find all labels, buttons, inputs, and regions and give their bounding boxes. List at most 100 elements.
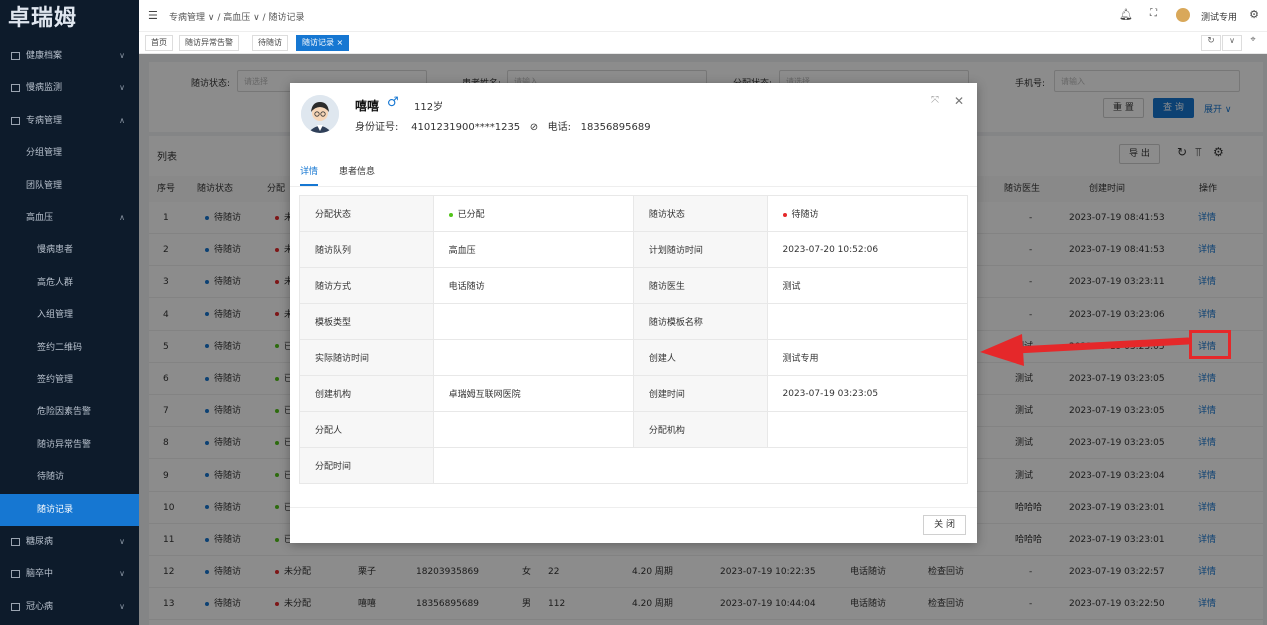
status-dot xyxy=(782,212,787,217)
refresh-icon[interactable]: ↻ xyxy=(1201,35,1221,51)
fullscreen-icon[interactable]: ⛶ xyxy=(1150,8,1157,19)
tab-label: 随访记录 xyxy=(302,38,334,47)
sidebar-item-label: 签约管理 xyxy=(37,375,74,385)
id-label: 身份证号: xyxy=(355,122,399,133)
sidebar-item-label: 高血压 xyxy=(26,213,54,223)
sidebar-item[interactable]: 高血压 ∧ xyxy=(0,202,139,234)
sidebar-item-label: 待随访 xyxy=(37,472,65,483)
field-label: 随访队列 xyxy=(299,231,434,268)
chevron-icon: ∨ xyxy=(119,601,125,611)
detail-modal: 嘻嘻 ♂ 112岁 身份证号: 4101231900****1235 ⊘ 电话:… xyxy=(290,83,977,543)
sidebar-item-label: 高危人群 xyxy=(37,277,74,288)
sidebar-item-label: 签约二维码 xyxy=(37,342,83,353)
detail-row: 实际随访时间 创建人 测试专用 xyxy=(299,339,968,376)
sidebar-item-label: 脑卒中 xyxy=(26,569,54,580)
sidebar-item[interactable]: 冠心病 ∨ xyxy=(0,591,139,623)
chevron-icon: ∨ xyxy=(119,537,125,546)
sidebar-item[interactable]: 糖尿病 ∨ xyxy=(0,526,139,558)
sidebar-item[interactable]: 脑卒中 ∨ xyxy=(0,558,139,590)
field-label: 随访医生 xyxy=(632,267,768,304)
sidebar-item[interactable]: 健康档案 ∨ xyxy=(0,40,139,72)
fullscreen-icon[interactable]: ⤧ xyxy=(931,95,939,106)
field-value: 电话随访 xyxy=(432,267,634,304)
sidebar-item[interactable]: 团队管理 xyxy=(0,170,139,202)
tab-home[interactable]: 首页 xyxy=(145,35,173,51)
sidebar-item-label: 健康档案 xyxy=(26,51,63,61)
tab-visit-alert[interactable]: 随访异常告警 xyxy=(179,35,239,51)
pin-icon[interactable]: ⌖ xyxy=(1243,35,1263,51)
field-label: 分配时间 xyxy=(299,447,434,484)
tab-detail[interactable]: 详情 xyxy=(300,164,318,177)
menu-icon xyxy=(11,84,20,93)
patient-avatar xyxy=(301,95,339,133)
sidebar-item-label: 冠心病 xyxy=(26,601,54,612)
sidebar-item[interactable]: 慢病患者 xyxy=(0,234,139,266)
avatar[interactable] xyxy=(1176,8,1190,22)
patient-name: 嘻嘻 xyxy=(355,99,380,113)
sidebar-item[interactable]: 入组管理 xyxy=(0,299,139,331)
sidebar-item-label: 慢病监测 xyxy=(26,83,63,94)
bell-icon[interactable]: 🔔︎ xyxy=(1119,8,1133,21)
field-value: 高血压 xyxy=(432,231,634,268)
patient-id-row: 身份证号: 4101231900****1235 ⊘ 电话: 183568956… xyxy=(355,118,651,133)
modal-footer-divider xyxy=(290,507,977,508)
sidebar-item[interactable]: 高危人群 xyxy=(0,267,139,299)
app-logo: 卓瑞姆 xyxy=(8,6,78,31)
sidebar-item[interactable]: 随访记录 xyxy=(0,493,139,526)
field-label: 分配机构 xyxy=(632,411,768,448)
detail-row: 创建机构 卓瑞姆互联网医院 创建时间 2023-07-19 03:23:05 xyxy=(299,375,968,412)
top-bar: ☰ 专病管理 ∨ / 高血压 ∨ / 随访记录 🔔︎ ⛶ 测试专用 ⚙ xyxy=(139,0,1267,32)
field-label: 计划随访时间 xyxy=(632,231,768,268)
sidebar-item-label: 团队管理 xyxy=(26,180,63,191)
tab-patient-info[interactable]: 患者信息 xyxy=(339,164,375,177)
detail-row: 分配状态 已分配 随访状态 待随访 xyxy=(299,195,968,232)
field-value xyxy=(432,303,634,340)
tab-visit-records[interactable]: 随访记录 × xyxy=(296,35,350,51)
sidebar-item-label: 糖尿病 xyxy=(26,537,54,547)
sidebar-item[interactable]: 签约二维码 xyxy=(0,332,139,364)
field-value xyxy=(766,303,968,340)
field-value xyxy=(432,411,634,448)
sidebar-item[interactable]: 签约管理 xyxy=(0,364,139,396)
patient-age: 112岁 xyxy=(414,102,444,113)
tab-pending-visit[interactable]: 待随访 xyxy=(252,35,288,51)
sidebar-item[interactable]: 慢病监测 ∨ xyxy=(0,72,139,104)
field-label: 随访方式 xyxy=(299,267,434,304)
field-label: 分配人 xyxy=(299,411,434,448)
gear-icon[interactable]: ⚙ xyxy=(1249,8,1259,21)
detail-table: 分配状态 已分配 随访状态 待随访 随访队列 高血压 计划随访时间 2023-07-20 10… xyxy=(299,195,969,484)
phone-label: 电话: xyxy=(547,122,572,133)
breadcrumb-item[interactable]: 专病管理 xyxy=(169,13,205,23)
chevron-down-icon[interactable]: ∨ xyxy=(1222,35,1242,51)
detail-row: 分配人 分配机构 xyxy=(299,411,968,448)
sidebar-item[interactable]: 分组管理 xyxy=(0,137,139,169)
field-label: 实际随访时间 xyxy=(299,339,434,376)
status-text: 待随访 xyxy=(791,210,819,220)
eye-hide-icon[interactable]: ⊘ xyxy=(530,122,538,133)
field-value: 测试专用 xyxy=(766,339,968,376)
sidebar-item-label: 慢病患者 xyxy=(37,245,74,256)
sidebar-item[interactable]: 危险因素告警 xyxy=(0,396,139,428)
breadcrumb-item[interactable]: 高血压 xyxy=(223,13,250,23)
menu-icon xyxy=(11,52,20,60)
field-value xyxy=(432,339,634,376)
close-icon[interactable]: ✕ xyxy=(954,94,964,108)
user-name[interactable]: 测试专用 xyxy=(1201,10,1237,23)
field-value: 2023-07-19 03:23:05 xyxy=(766,375,968,412)
tabs-bar: 首页 随访异常告警 待随访 随访记录 × ↻ ∨ ⌖ xyxy=(139,32,1267,54)
field-value: 测试 xyxy=(766,267,968,304)
menu-icon xyxy=(11,538,20,546)
detail-row: 分配时间 xyxy=(299,447,969,484)
chevron-icon: ∧ xyxy=(119,115,125,125)
menu-toggle-icon[interactable]: ☰ xyxy=(148,9,158,22)
chevron-icon: ∨ xyxy=(119,569,125,579)
sidebar-item-label: 随访异常告警 xyxy=(37,439,92,450)
status-text: 已分配 xyxy=(457,210,485,220)
sidebar-item[interactable]: 随访异常告警 xyxy=(0,429,139,461)
close-button[interactable]: 关 闭 xyxy=(923,515,966,535)
sidebar-item-label: 入组管理 xyxy=(37,310,74,321)
sidebar-item[interactable]: 待随访 xyxy=(0,461,139,493)
breadcrumb: 专病管理 ∨ / 高血压 ∨ / 随访记录 xyxy=(169,13,305,23)
detail-row: 模板类型 随访模板名称 xyxy=(299,303,968,340)
sidebar-item[interactable]: 专病管理 ∧ xyxy=(0,105,139,137)
